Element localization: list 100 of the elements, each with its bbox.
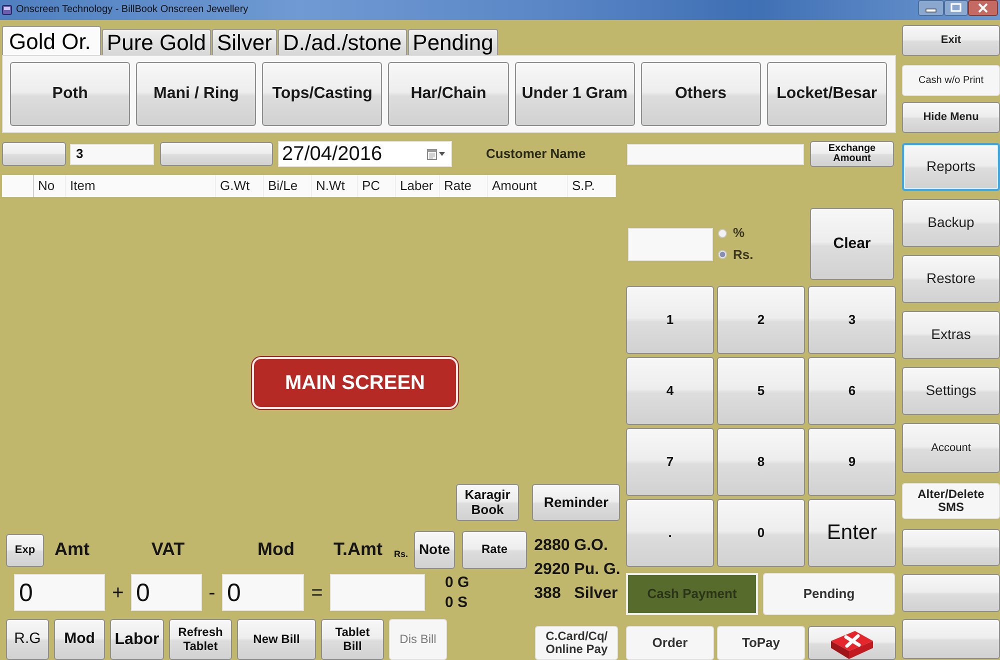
- menu-button[interactable]: Extras: [902, 311, 1000, 359]
- menu-button[interactable]: Reports: [902, 143, 1000, 191]
- action-button[interactable]: R.G: [6, 619, 49, 660]
- action-button[interactable]: Mod: [54, 619, 105, 660]
- blank-button[interactable]: [902, 619, 1000, 659]
- bill-type-button[interactable]: Order: [626, 626, 714, 660]
- menu-button[interactable]: Cash w/o Print: [902, 65, 1000, 96]
- tab[interactable]: Pending: [408, 29, 498, 55]
- karagir-book-button[interactable]: Karagir Book: [456, 484, 519, 521]
- category-button[interactable]: Others: [640, 62, 761, 126]
- number-field[interactable]: 3: [70, 144, 154, 164]
- keypad-key[interactable]: 7: [626, 428, 714, 496]
- keypad-key[interactable]: 1: [626, 286, 714, 354]
- calendar-icon[interactable]: [427, 148, 437, 160]
- operator-sign: =: [310, 580, 324, 604]
- keypad-key[interactable]: 8: [717, 428, 805, 496]
- clear-button[interactable]: Clear: [810, 208, 894, 280]
- column-header: S.P.: [568, 175, 616, 197]
- category-button[interactable]: Har/Chain: [388, 62, 509, 126]
- column-header: Rate: [440, 175, 488, 197]
- cross-icon: [828, 630, 876, 659]
- metal-name: G.O.: [574, 536, 608, 556]
- cancel-button[interactable]: [808, 626, 896, 660]
- metal-name: Pu. G.: [574, 560, 620, 580]
- blank-button[interactable]: [902, 529, 1000, 566]
- blank-button[interactable]: [902, 574, 1000, 612]
- column-header: G.Wt: [216, 175, 264, 197]
- action-button[interactable]: New Bill: [237, 619, 316, 660]
- exp-button[interactable]: Exp: [6, 534, 44, 566]
- radio-button[interactable]: [718, 228, 727, 238]
- total-label: Amt: [54, 539, 90, 561]
- category-button[interactable]: Mani / Ring: [136, 62, 256, 126]
- window-title: Onscreen Technology - BillBook Onscreen Jewellery: [16, 4, 248, 16]
- customer-name-label: Customer Name: [486, 146, 586, 162]
- maximize-icon[interactable]: [944, 0, 968, 16]
- tab[interactable]: Pure Gold: [102, 29, 211, 55]
- category-button[interactable]: Poth: [10, 62, 130, 126]
- column-header: No: [34, 175, 66, 197]
- mod-field[interactable]: 0: [222, 574, 304, 611]
- discount-field[interactable]: [628, 228, 713, 260]
- metal-name: Silver: [574, 584, 618, 604]
- currency-label: Rs.: [392, 548, 409, 560]
- keypad-key[interactable]: 2: [717, 286, 805, 354]
- card-payment-button[interactable]: C.Card/Cq/ Online Pay: [535, 626, 618, 660]
- rate-button[interactable]: Rate: [462, 531, 527, 569]
- action-button[interactable]: Refresh Tablet: [169, 619, 232, 660]
- caret-icon[interactable]: [439, 152, 445, 156]
- date-field[interactable]: 27/04/2016: [278, 141, 452, 167]
- rate-number: 2880: [534, 536, 571, 556]
- category-button[interactable]: Tops/Casting: [262, 62, 382, 126]
- payment-mode-button[interactable]: Pending: [763, 573, 895, 615]
- customer-name-field[interactable]: [627, 144, 804, 164]
- note-button[interactable]: Note: [414, 531, 455, 569]
- keypad-key[interactable]: .: [626, 499, 714, 567]
- keypad-key[interactable]: 4: [626, 357, 714, 425]
- column-header: Laber: [396, 175, 440, 197]
- rate-number: 388: [534, 584, 562, 604]
- keypad-key[interactable]: 5: [717, 357, 805, 425]
- tab[interactable]: D./ad./stone: [278, 29, 407, 55]
- menu-button[interactable]: Settings: [902, 367, 1000, 415]
- weight-text: 0 S: [445, 594, 469, 612]
- menu-button[interactable]: Exit: [902, 25, 1000, 56]
- column-header: PC: [358, 175, 396, 197]
- menu-button[interactable]: Backup: [902, 199, 1000, 247]
- category-button[interactable]: Locket/Besar: [766, 62, 887, 126]
- total-label: VAT: [150, 539, 186, 561]
- tab[interactable]: Silver: [212, 29, 277, 55]
- minimize-icon[interactable]: [918, 0, 944, 16]
- vat-field[interactable]: 0: [131, 574, 202, 611]
- menu-button[interactable]: Hide Menu: [902, 102, 1000, 133]
- column-header: Amount: [488, 175, 568, 197]
- menu-button[interactable]: Alter/Delete SMS: [902, 483, 1000, 519]
- tab[interactable]: Gold Or.: [2, 26, 101, 55]
- keypad-key[interactable]: 9: [808, 428, 896, 496]
- action-button[interactable]: Labor: [110, 619, 164, 660]
- keypad-key[interactable]: 0: [717, 499, 805, 567]
- blank-button[interactable]: [160, 142, 273, 166]
- blank-button[interactable]: [2, 142, 66, 166]
- category-button[interactable]: Under 1 Gram: [514, 62, 635, 126]
- radio-label: Rs.: [733, 247, 754, 263]
- radio-button[interactable]: [718, 250, 727, 260]
- radio-label: %: [733, 225, 745, 241]
- action-button[interactable]: Tablet Bill: [321, 619, 384, 660]
- operator-sign: +: [111, 580, 125, 604]
- amount-field[interactable]: 0: [14, 574, 105, 611]
- total-amount-field[interactable]: [330, 574, 425, 611]
- reminder-button[interactable]: Reminder: [532, 484, 620, 521]
- keypad-key[interactable]: 6: [808, 357, 896, 425]
- total-label: Mod: [256, 539, 296, 561]
- total-label: T.Amt: [332, 539, 384, 561]
- rate-number: 2920: [534, 560, 571, 580]
- keypad-key[interactable]: Enter: [808, 499, 896, 567]
- close-icon[interactable]: [968, 0, 998, 16]
- caption-banner: MAIN SCREEN: [252, 357, 458, 409]
- menu-button[interactable]: Restore: [902, 255, 1000, 303]
- menu-button[interactable]: Account: [902, 423, 1000, 473]
- bill-type-button[interactable]: ToPay: [717, 626, 805, 660]
- exchange-amount-button[interactable]: Exchange Amount: [810, 141, 894, 167]
- keypad-key[interactable]: 3: [808, 286, 896, 354]
- column-header: Item: [66, 175, 216, 197]
